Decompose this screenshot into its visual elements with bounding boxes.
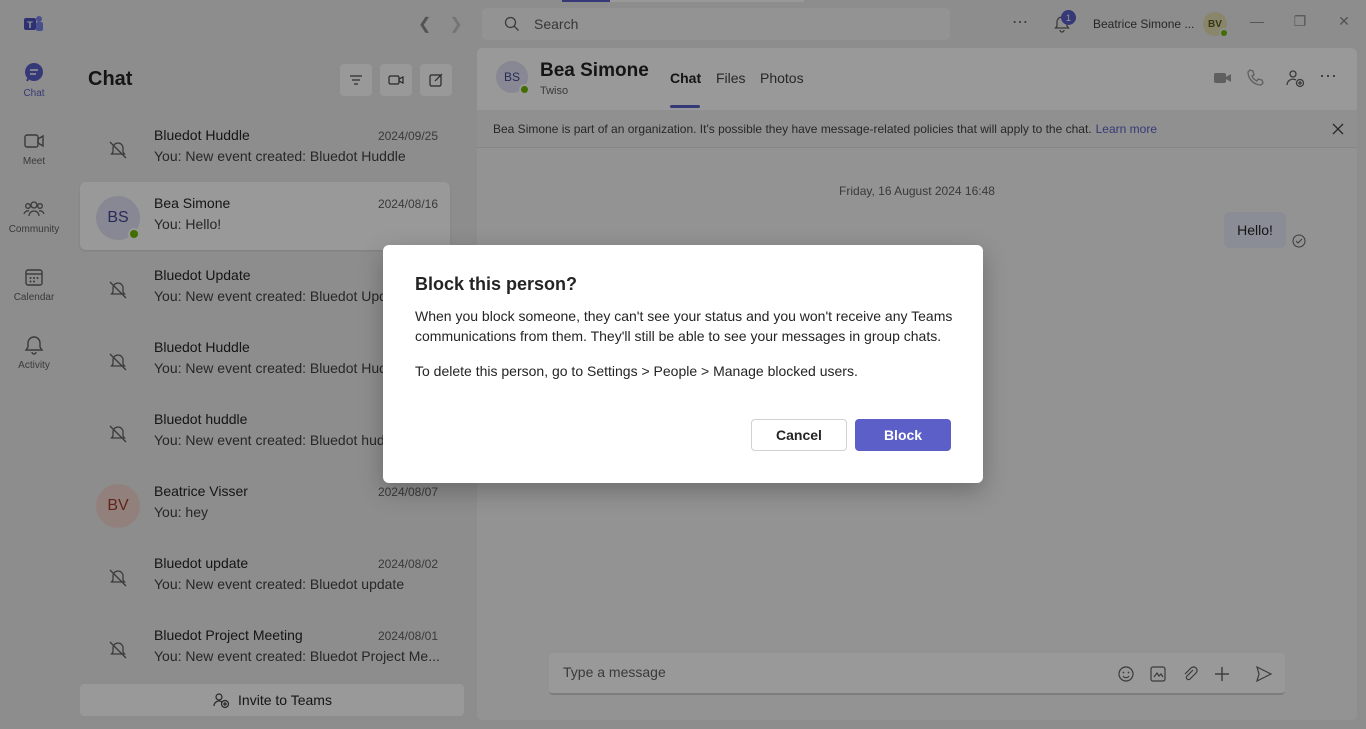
dialog-instructions-text: To delete this person, go to Settings > … [415, 363, 858, 379]
block-button[interactable]: Block [855, 419, 951, 451]
block-person-dialog: Block this person? When you block someon… [383, 245, 983, 483]
dialog-title: Block this person? [415, 274, 578, 294]
dialog-body-text: When you block someone, they can't see y… [415, 308, 953, 344]
cancel-button[interactable]: Cancel [751, 419, 847, 451]
